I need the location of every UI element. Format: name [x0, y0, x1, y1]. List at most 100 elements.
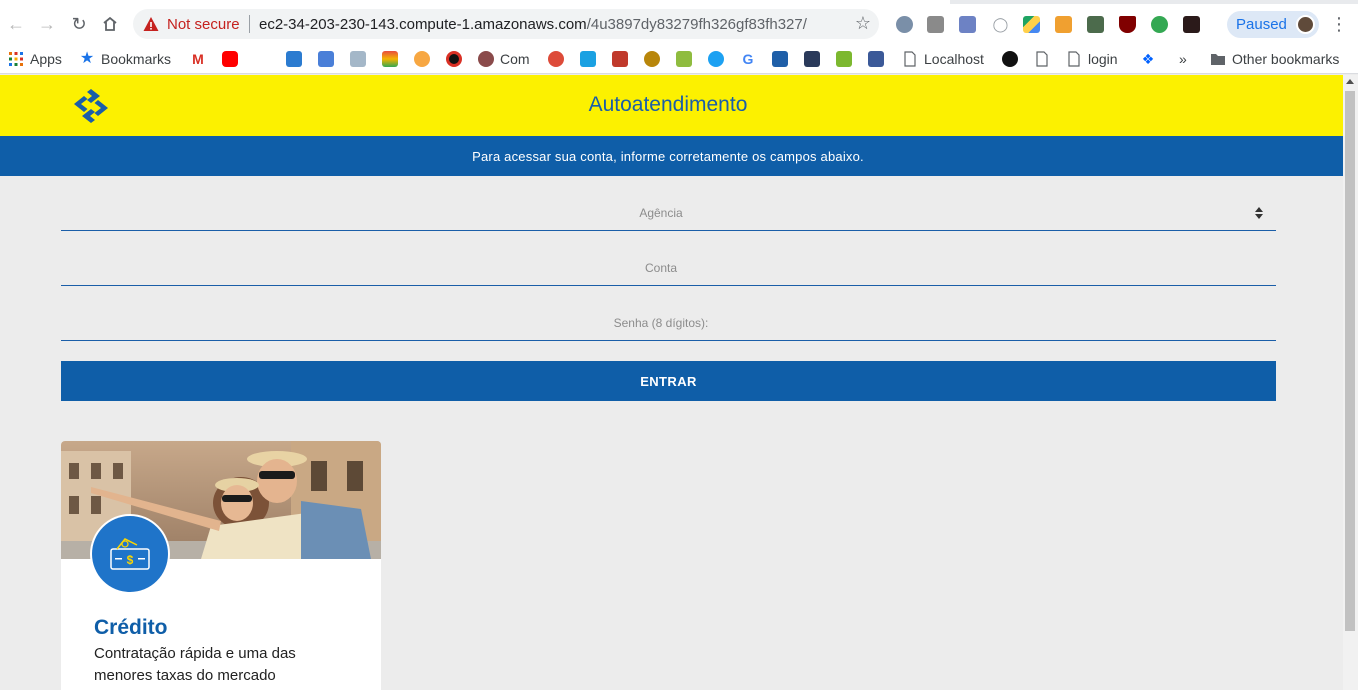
credit-promo-card[interactable]: $ Crédito Contratação rápida e uma das m…: [61, 441, 381, 690]
facebook-icon: [868, 51, 884, 67]
url-text[interactable]: ec2-34-203-230-143.compute-1.amazonaws.c…: [259, 16, 807, 33]
scrollbar-thumb[interactable]: [1345, 91, 1355, 631]
bookmark-localhost[interactable]: Localhost: [902, 49, 984, 69]
bookmark-translate[interactable]: [318, 49, 334, 69]
avatar: [1296, 15, 1315, 34]
folder-icon: [1211, 54, 1225, 65]
select-arrows-icon: [1255, 207, 1263, 219]
bookmark-site[interactable]: [446, 49, 462, 69]
instruction-banner: Para acessar sua conta, informe corretam…: [0, 136, 1343, 176]
senha-placeholder: Senha (8 dígitos):: [613, 316, 709, 330]
bookmark-twitter[interactable]: [708, 49, 724, 69]
back-button[interactable]: ←: [4, 12, 28, 36]
url-path: /4u3897dy83279fh326gf83fh327/: [586, 16, 807, 33]
omnibox-divider: [249, 15, 250, 33]
forward-button[interactable]: →: [35, 12, 59, 36]
browser-toolbar: ← → ↻ Not secure ec2-34-203-230-143.comp…: [0, 0, 1358, 48]
page-title: Autoatendimento: [588, 93, 748, 116]
bookmark-google-plus[interactable]: [548, 49, 564, 69]
google-plus-icon: [548, 51, 564, 67]
bookmark-site[interactable]: [644, 49, 660, 69]
tab-strip-edge: [950, 0, 1358, 4]
camera-icon[interactable]: [959, 16, 976, 33]
bookmark-site-icon: [286, 51, 302, 67]
bookmark-facebook[interactable]: [868, 49, 884, 69]
card-title: Crédito: [94, 616, 168, 639]
bookmark-label: Other bookmarks: [1232, 51, 1340, 67]
credit-money-icon: $: [90, 514, 170, 594]
bookmark-site-icon: [804, 51, 820, 67]
bookmarks-overflow-button[interactable]: »: [1179, 49, 1187, 69]
bookmark-gmail[interactable]: M: [190, 49, 206, 69]
bookmark-site-icon: [612, 51, 628, 67]
home-icon: [103, 16, 117, 31]
bookmark-youtube[interactable]: [222, 49, 238, 69]
instruction-text: Para acessar sua conta, informe corretam…: [472, 149, 864, 164]
bookmark-other[interactable]: Other bookmarks: [1210, 49, 1339, 69]
bookmark-label: Com: [500, 51, 530, 67]
bookmark-site[interactable]: [382, 49, 398, 69]
security-label[interactable]: Not secure: [167, 16, 240, 33]
bell-icon[interactable]: ◯: [992, 16, 1009, 33]
profile-status: Paused: [1236, 16, 1287, 33]
page-scrollbar[interactable]: [1343, 75, 1358, 690]
extension-dark-icon[interactable]: [1183, 16, 1200, 33]
bookmark-site[interactable]: [414, 49, 430, 69]
bookmark-site-icon: [414, 51, 430, 67]
scroll-up-arrow-icon[interactable]: [1346, 79, 1354, 84]
bookmark-site[interactable]: [804, 49, 820, 69]
bookmark-site[interactable]: [772, 49, 788, 69]
bookmark-star-icon[interactable]: ☆: [855, 13, 871, 34]
entrar-button[interactable]: ENTRAR: [61, 361, 1276, 401]
page-icon: [904, 51, 916, 67]
page-header: Autoatendimento: [0, 75, 1343, 136]
compass-icon[interactable]: [1151, 16, 1168, 33]
bookmark-login[interactable]: login: [1066, 49, 1118, 69]
bookmark-label: Bookmarks: [101, 51, 172, 67]
bookmark-bookmarks[interactable]: ★ Bookmarks: [79, 49, 171, 69]
address-bar[interactable]: Not secure ec2-34-203-230-143.compute-1.…: [133, 9, 879, 39]
bookmark-site[interactable]: [350, 49, 366, 69]
bookmark-site[interactable]: [836, 49, 852, 69]
url-host: ec2-34-203-230-143.compute-1.amazonaws.c…: [259, 16, 587, 33]
page-icon: [1068, 51, 1080, 67]
bookmark-site[interactable]: [612, 49, 628, 69]
bookmark-label: Apps: [30, 51, 62, 67]
agencia-select[interactable]: Agência: [61, 195, 1276, 231]
info-icon: [1002, 51, 1018, 67]
agencia-placeholder: Agência: [639, 206, 683, 220]
bookmark-site-icon: [478, 51, 494, 67]
ublock-icon[interactable]: [1119, 16, 1136, 33]
bookmark-google[interactable]: G: [740, 49, 756, 69]
bookmark-label: login: [1088, 51, 1118, 67]
bookmark-site-icon: [446, 51, 462, 67]
browser-menu-button[interactable]: ⋮: [1330, 13, 1348, 35]
google-drive-icon[interactable]: [1023, 16, 1040, 33]
bookmark-blue[interactable]: [286, 49, 302, 69]
twitter-icon: [708, 51, 724, 67]
bookmark-page[interactable]: [1034, 49, 1050, 69]
home-button[interactable]: [98, 12, 122, 36]
reload-button[interactable]: ↻: [67, 12, 91, 36]
profile-button[interactable]: Paused: [1227, 11, 1319, 38]
bookmark-site[interactable]: [580, 49, 596, 69]
star-icon: ★: [79, 50, 95, 67]
bookmark-site[interactable]: [1002, 49, 1018, 69]
bookmark-dropbox[interactable]: ❖: [1140, 49, 1156, 69]
extension-orange-icon[interactable]: [1055, 16, 1072, 33]
apps-grid-icon: [9, 52, 23, 66]
bookmark-apps[interactable]: Apps: [8, 49, 62, 69]
extension-icon[interactable]: [896, 16, 913, 33]
dropbox-icon: ❖: [1141, 51, 1155, 67]
bookmark-site-icon: [350, 51, 366, 67]
card-description: Contratação rápida e uma das menores tax…: [94, 645, 296, 684]
conta-field[interactable]: Conta: [61, 250, 1276, 286]
senha-field[interactable]: Senha (8 dígitos):: [61, 305, 1276, 341]
bookmark-com[interactable]: Com: [478, 49, 530, 69]
bookmark-site-icon: [382, 51, 398, 67]
mail-checker-icon[interactable]: [927, 16, 944, 33]
bookmark-site-icon: [580, 51, 596, 67]
page-icon: [1036, 51, 1048, 67]
bookmark-site[interactable]: [676, 49, 692, 69]
monitor-icon[interactable]: [1087, 16, 1104, 33]
